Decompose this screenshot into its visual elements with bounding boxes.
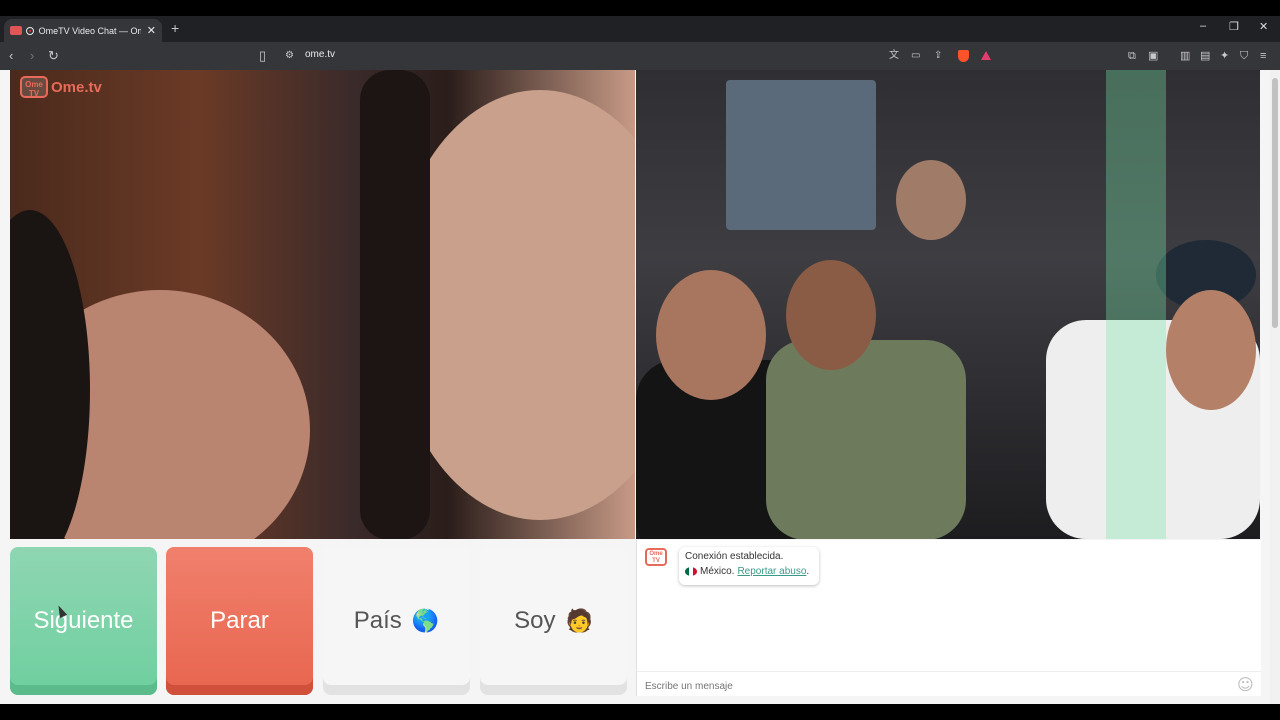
ometv-logo: Ome TV Ome.tv xyxy=(20,76,102,98)
sidebar-icon[interactable]: ▥ xyxy=(1180,48,1190,64)
country-button[interactable]: País 🌎 xyxy=(323,547,470,695)
browser-toolbar: ‹ › ↻ ▯ ⚙ ome.tv 文 ▭ ⇪ ⧉ ▣ ▥ ▤ ✦ ⛉ ≡ xyxy=(0,42,1280,70)
mexico-flag-icon xyxy=(685,567,697,576)
youtube-favicon-icon xyxy=(10,26,22,35)
forward-icon[interactable]: › xyxy=(30,48,34,64)
hair-shape xyxy=(10,210,90,539)
chat-panel: Ome TV Conexión establecida. México. Rep… xyxy=(636,540,1261,696)
stop-button[interactable]: Parar xyxy=(166,547,313,695)
page-scrollbar[interactable] xyxy=(1270,70,1280,704)
stop-button-label: Parar xyxy=(210,607,269,634)
menu-icon[interactable]: ≡ xyxy=(1260,48,1266,64)
gender-button-label: Soy xyxy=(514,607,556,634)
close-window-button[interactable]: ✕ xyxy=(1259,20,1268,33)
back-icon[interactable]: ‹ xyxy=(9,48,13,64)
minimize-button[interactable]: – xyxy=(1200,20,1206,32)
country-button-label: País xyxy=(353,607,402,634)
face-shape xyxy=(656,270,766,400)
person-icon: 🧑 xyxy=(565,608,593,634)
report-abuse-suffix: . xyxy=(806,566,810,577)
leo-ai-icon[interactable]: ✦ xyxy=(1220,48,1229,64)
report-abuse-link[interactable]: Reportar abuso xyxy=(737,566,806,577)
emoji-icon[interactable]: ☺ xyxy=(1237,675,1254,694)
green-light-shape xyxy=(1106,70,1166,539)
translate-icon[interactable]: 文 xyxy=(889,48,899,64)
tab-close-icon[interactable]: ✕ xyxy=(147,24,156,37)
ometv-logo-icon: Ome TV xyxy=(20,76,48,98)
share-icon[interactable]: ⇪ xyxy=(934,48,942,64)
cast-icon[interactable]: ▭ xyxy=(911,48,920,64)
globe-icon: 🌎 xyxy=(411,608,440,634)
next-button-label: Siguiente xyxy=(33,607,134,634)
face-shape xyxy=(1166,290,1256,410)
next-button[interactable]: Siguiente xyxy=(10,547,157,695)
new-tab-button[interactable]: + xyxy=(171,20,179,36)
bookmark-icon[interactable]: ▯ xyxy=(259,48,266,64)
reload-icon[interactable]: ↻ xyxy=(48,48,59,64)
hair-shape xyxy=(360,70,430,539)
connection-status: Conexión establecida. xyxy=(685,551,784,562)
brave-shield-icon[interactable] xyxy=(958,50,969,62)
brave-rewards-icon[interactable] xyxy=(981,51,991,60)
tab-bar: OmeTV Video Chat — Omeg ✕ xyxy=(0,16,1280,42)
maximize-button[interactable]: ❐ xyxy=(1229,20,1239,33)
message-input[interactable] xyxy=(643,677,1227,695)
background-shape xyxy=(726,80,876,230)
vpn-icon[interactable]: ⛉ xyxy=(1240,48,1248,64)
face-shape xyxy=(896,160,966,240)
recording-icon xyxy=(25,26,34,35)
message-bar: ☺ xyxy=(637,671,1261,697)
screen-top-border xyxy=(0,0,1280,16)
ometv-chat-logo-icon: Ome TV xyxy=(645,548,667,566)
tab-title: OmeTV Video Chat — Omeg xyxy=(38,25,141,36)
partner-country: México. xyxy=(700,566,735,577)
ometv-logo-text: Ome.tv xyxy=(51,78,102,96)
address-bar[interactable]: ome.tv xyxy=(305,49,335,60)
scrollbar-thumb[interactable] xyxy=(1272,78,1278,328)
gender-button[interactable]: Soy 🧑 xyxy=(480,547,627,695)
tab-search-icon[interactable]: ▣ xyxy=(1148,48,1158,64)
system-message: Conexión establecida. México. Reportar a… xyxy=(679,547,819,585)
browser-tab[interactable]: OmeTV Video Chat — Omeg ✕ xyxy=(4,19,162,42)
face-shape xyxy=(786,260,876,370)
site-info-icon[interactable]: ⚙ xyxy=(285,48,294,64)
wallet-icon[interactable]: ▤ xyxy=(1200,48,1210,64)
extensions-icon[interactable]: ⧉ xyxy=(1128,48,1136,64)
screen-bottom-border xyxy=(0,704,1280,720)
own-video: Ome TV Ome.tv xyxy=(10,70,635,539)
partner-video xyxy=(636,70,1260,539)
person-shape xyxy=(766,340,966,539)
